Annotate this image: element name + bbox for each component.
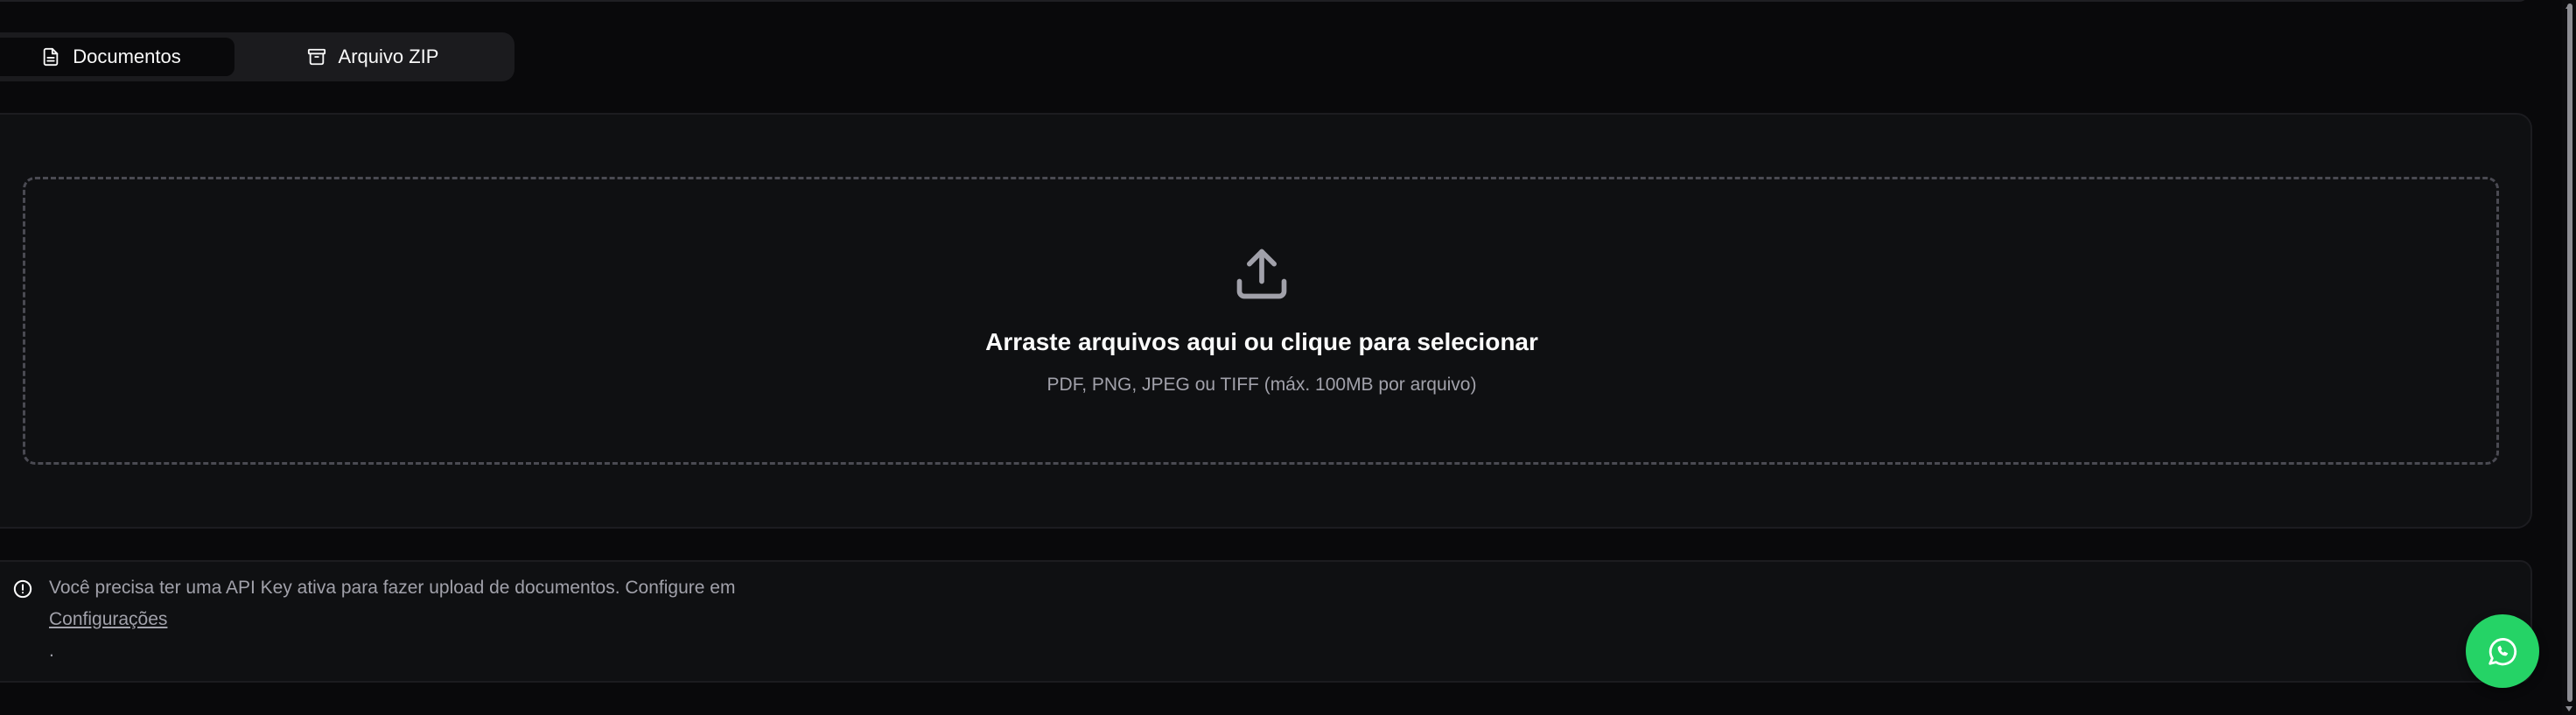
- archive-icon: [307, 48, 326, 66]
- file-text-icon: [43, 47, 59, 67]
- tab-zip-label: Arquivo ZIP: [338, 46, 439, 67]
- upload-type-tabs: Documentos Arquivo ZIP: [0, 32, 514, 81]
- file-dropzone[interactable]: [23, 177, 2499, 465]
- alert-message: Você precisa ter uma API Key ativa para …: [49, 578, 736, 598]
- dropzone-title: Arraste arquivos aqui ou clique para sel…: [985, 328, 1538, 355]
- settings-link[interactable]: Configurações: [49, 609, 167, 630]
- dropzone-subtitle: PDF, PNG, JPEG ou TIFF (máx. 100MB por a…: [1046, 375, 1477, 395]
- scroll-down-icon[interactable]: [2565, 705, 2573, 712]
- scrollbar-thumb[interactable]: [2567, 4, 2572, 702]
- info-circle-icon: [13, 579, 32, 599]
- tab-zip[interactable]: Arquivo ZIP: [236, 38, 509, 76]
- whatsapp-button[interactable]: [2466, 614, 2539, 688]
- top-card-edge: [0, 0, 2529, 2]
- tab-documents-label: Documentos: [73, 46, 181, 67]
- tab-documents[interactable]: Documentos: [0, 38, 234, 76]
- upload-icon: [1236, 249, 1287, 299]
- whatsapp-icon: [2488, 638, 2517, 666]
- alert-trailing-dot: .: [49, 641, 54, 661]
